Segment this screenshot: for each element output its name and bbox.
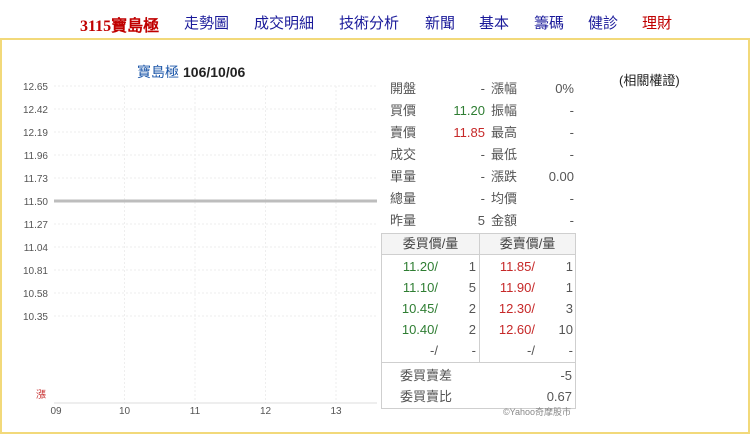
x-tick-label: 09 xyxy=(50,406,62,417)
ask-price: 11.90/ xyxy=(499,280,535,295)
sell-header: 委賣價/量 xyxy=(480,234,575,254)
ask-volume: 1 xyxy=(565,280,573,295)
y-tick-label: 11.50 xyxy=(24,197,49,208)
quote-value: 11.20 xyxy=(453,103,485,118)
y-tick-label: 11.27 xyxy=(24,220,49,231)
quote-label: 總量 xyxy=(390,191,417,206)
quote-value: - xyxy=(480,81,485,96)
quote-label: 成交 xyxy=(390,147,417,162)
x-tick-label: 11 xyxy=(190,406,201,417)
quote-label: 單量 xyxy=(390,169,417,184)
x-tick-label: 10 xyxy=(119,406,131,417)
quote-value: 5 xyxy=(477,213,485,228)
x-tick-label: 12 xyxy=(260,406,272,417)
y-tick-label: 12.65 xyxy=(23,82,48,93)
ask-volume: 10 xyxy=(558,322,573,337)
quote-label: 昨量 xyxy=(390,213,417,228)
ask-price: 12.30/ xyxy=(498,301,535,316)
bid-ask-ratio-value: 0.67 xyxy=(546,389,572,404)
y-tick-label: 11.73 xyxy=(24,174,49,185)
y-axis-ticks: 12.65 12.42 12.19 11.96 11.73 11.50 11.27 11.04… xyxy=(23,82,48,323)
y-tick-label: 10.35 xyxy=(23,312,48,323)
quote-value: - xyxy=(480,169,485,184)
quote-label: 最高 xyxy=(491,125,518,140)
copyright: ©Yahoo奇摩股市 xyxy=(503,407,571,417)
quote-value: - xyxy=(569,125,574,140)
chart-grid xyxy=(54,85,377,403)
buy-header: 委買價/量 xyxy=(382,234,479,254)
quote-label: 振幅 xyxy=(491,103,518,118)
quote-value: 0.00 xyxy=(548,169,574,184)
bid-ask-diff-label: 委買賣差 xyxy=(400,368,453,383)
y-tick-label: 10.81 xyxy=(23,266,48,277)
related-warrants-link[interactable]: (相關權證) xyxy=(619,70,680,89)
y-tick-label: 12.42 xyxy=(23,105,48,116)
ask-volume: - xyxy=(568,343,573,358)
ask-price: 11.85/ xyxy=(499,259,535,274)
intraday-chart: 12.65 12.42 12.19 11.96 11.73 11.50 11.27 11.04… xyxy=(23,82,377,417)
bid-price: 10.40/ xyxy=(401,322,438,337)
bid-volume: - xyxy=(471,343,476,358)
y-tick-label: 10.58 xyxy=(23,289,48,300)
bid-ask-diff-value: -5 xyxy=(560,368,572,383)
y-tick-label: 11.04 xyxy=(24,243,49,254)
quote-value: - xyxy=(480,191,485,206)
bid-price: 11.10/ xyxy=(402,280,438,295)
y-tick-label: 12.19 xyxy=(23,128,48,139)
ask-price: 12.60/ xyxy=(498,322,535,337)
bid-volume: 1 xyxy=(468,259,476,274)
quote-label: 均價 xyxy=(491,191,518,206)
quote-label: 漲幅 xyxy=(491,81,518,96)
bid-price: -/ xyxy=(430,343,438,358)
quote-value: 11.85 xyxy=(453,125,485,140)
quote-value: - xyxy=(569,147,574,162)
ask-volume: 3 xyxy=(565,301,573,316)
bid-volume: 2 xyxy=(468,322,476,337)
quote-value: - xyxy=(569,191,574,206)
quote-value: 0% xyxy=(555,81,574,96)
bid-volume: 5 xyxy=(468,280,476,295)
limit-up-label: 漲 xyxy=(36,389,46,401)
x-axis-ticks: 09 10 11 12 13 xyxy=(50,406,342,417)
quote-label: 開盤 xyxy=(390,81,417,96)
quote-label: 金額 xyxy=(491,213,518,228)
quote-value: - xyxy=(480,147,485,162)
bid-price: 10.45/ xyxy=(401,301,438,316)
quote-label: 最低 xyxy=(491,147,518,162)
quote-value: - xyxy=(569,213,574,228)
ask-volume: 1 xyxy=(565,259,573,274)
x-tick-label: 13 xyxy=(330,406,342,417)
quote-value: - xyxy=(569,103,574,118)
order-book: 委買價/量 委賣價/量 11.20/1 11.85/1 11.10/5 11.90/1… xyxy=(381,233,576,409)
ask-price: -/ xyxy=(527,343,535,358)
bid-price: 11.20/ xyxy=(402,259,438,274)
bid-ask-ratio-label: 委買賣比 xyxy=(400,389,453,404)
bid-volume: 2 xyxy=(468,301,476,316)
quote-label: 賣價 xyxy=(390,125,417,140)
quote-label: 漲跌 xyxy=(491,169,518,184)
quote-label: 買價 xyxy=(390,103,417,118)
y-tick-label: 11.96 xyxy=(24,151,49,162)
